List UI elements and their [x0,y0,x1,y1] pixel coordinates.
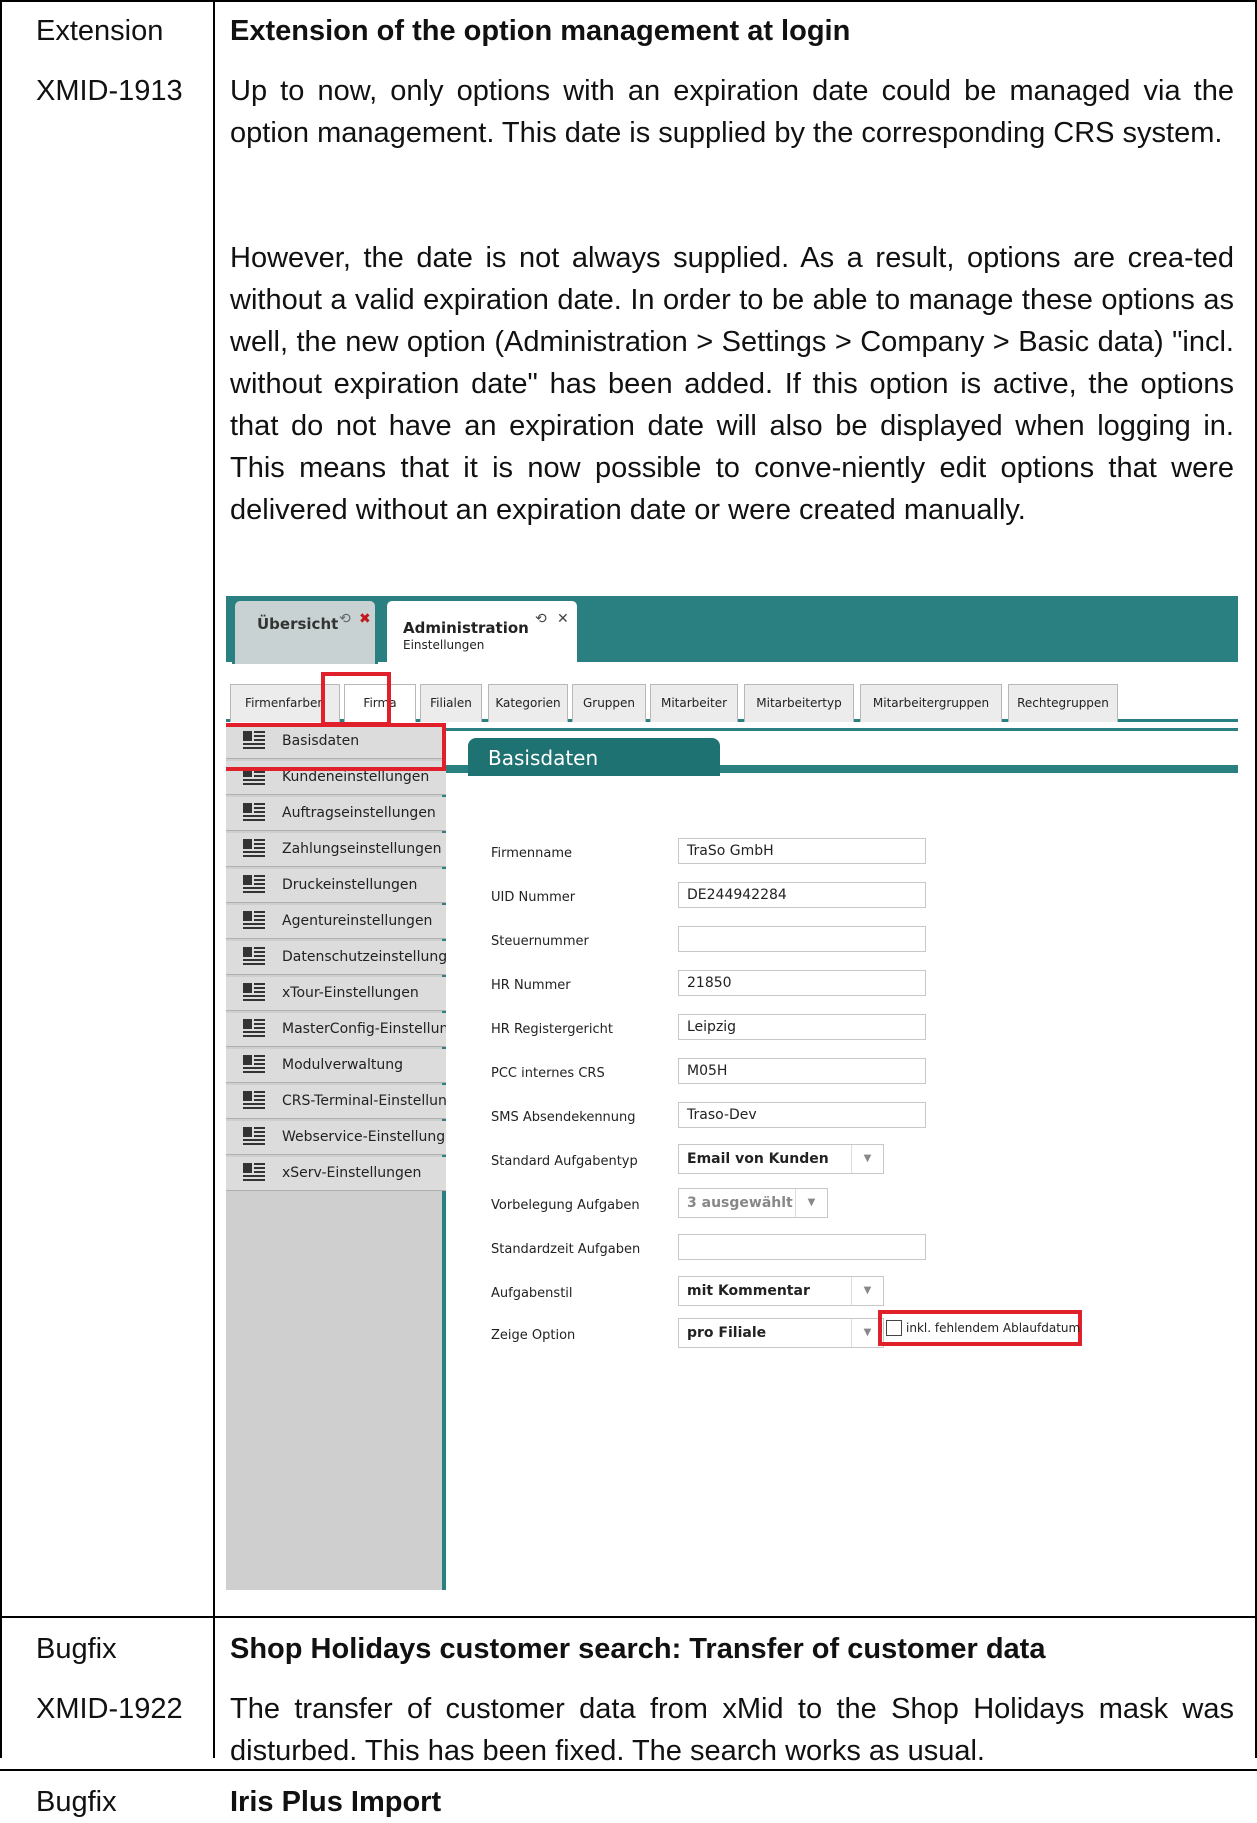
field-label: Standard Aufgabentyp [491,1154,638,1169]
field-label: Steuernummer [491,934,589,949]
standardzeit-aufgaben-input[interactable] [678,1234,926,1260]
sidebar-item-masterconfig-einstellungen[interactable]: MasterConfig-Einstellungen [226,1013,446,1047]
row-paragraph: However, the date is not always supplied… [230,242,1234,526]
document-icon [243,1091,265,1109]
document-icon [243,1127,265,1145]
standard-aufgabentyp-select[interactable]: Email von Kunden ▼ [678,1144,884,1174]
steuernummer-input[interactable] [678,926,926,952]
row-title: Iris Plus Import [230,1786,442,1818]
highlight-firma [321,672,391,726]
vorbelegung-aufgaben-select[interactable]: 3 ausgewählt ▼ [678,1188,828,1218]
document-icon [243,1163,265,1181]
row-title: Shop Holidays customer search: Transfer … [230,1633,1046,1665]
settings-screenshot: Übersicht ⟲ ✖ Administration Einstellung… [226,590,1238,1590]
release-notes-table: Extension XMID-1913 Extension of the opt… [0,0,1257,1818]
field-label: SMS Absendekennung [491,1110,636,1125]
sidebar-item-auftragseinstellungen[interactable]: Auftragseinstellungen [226,797,446,831]
field-label: Zeige Option [491,1328,576,1343]
field-label: Vorbelegung Aufgaben [491,1198,640,1213]
field-label: Aufgabenstil [491,1286,573,1301]
tab-administration-sublabel: Einstellungen [403,638,485,652]
document-icon [243,983,265,1001]
row-paragraph: The transfer of customer data from xMid … [230,1693,1234,1767]
sidebar-item-druckeinstellungen[interactable]: Druckeinstellungen [226,869,446,903]
row-paragraph: Up to now, only options with an expirati… [230,75,1234,149]
table-border-left [0,0,2,1758]
document-icon [243,875,265,893]
zeige-option-select[interactable]: pro Filiale ▼ [678,1318,884,1348]
sms-absendekennung-input[interactable]: Traso-Dev [678,1102,926,1128]
row-title: Extension of the option management at lo… [230,15,851,47]
chevron-down-icon: ▼ [851,1277,883,1305]
sidebar-item-agentureinstellungen[interactable]: Agentureinstellungen [226,905,446,939]
sidebar-item-xtour-einstellungen[interactable]: xTour-Einstellungen [226,977,446,1011]
missing-expiration-checkbox[interactable] [886,1320,902,1336]
document-icon [243,911,265,929]
document-icon [243,839,265,857]
chevron-down-icon: ▼ [851,1145,883,1173]
tab-overview-label: Übersicht [257,615,339,633]
aufgabenstil-select[interactable]: mit Kommentar ▼ [678,1276,884,1306]
row-id: XMID-1922 [36,1693,183,1725]
panel-top-line [446,728,1238,731]
close-icon[interactable]: ✕ [557,611,569,627]
row-id: XMID-1913 [36,75,183,107]
document-icon [243,1019,265,1037]
subtab-gruppen[interactable]: Gruppen [572,684,646,722]
field-label: UID Nummer [491,890,576,905]
sidebar-item-zahlungseinstellungen[interactable]: Zahlungseinstellungen [226,833,446,867]
tab-administration[interactable]: Administration Einstellungen ⟲ ✕ [384,598,580,662]
row-type: Extension [36,15,164,47]
field-label: Firmenname [491,846,573,861]
tab-overview[interactable]: Übersicht ⟲ ✖ [232,598,378,664]
hr-nummer-input[interactable]: 21850 [678,970,926,996]
refresh-icon[interactable]: ⟲ [535,611,547,627]
document-icon [243,947,265,965]
chevron-down-icon: ▼ [795,1189,827,1217]
sidebar-item-webservice-einstellungen[interactable]: Webservice-Einstellungen [226,1121,446,1155]
refresh-icon[interactable]: ⟲ [339,611,351,627]
column-divider [213,0,215,1758]
checkbox-label: inkl. fehlendem Ablaufdatum [906,1321,1081,1335]
tab-administration-label: Administration [403,619,529,637]
sidebar-item-modulverwaltung[interactable]: Modulverwaltung [226,1049,446,1083]
panel-title: Basisdaten [468,738,720,776]
field-label: PCC internes CRS [491,1066,605,1081]
row-type: Bugfix [36,1786,117,1818]
field-label: Standardzeit Aufgaben [491,1242,641,1257]
table-border-top [0,0,1257,2]
pcc-internes-crs-input[interactable]: M05H [678,1058,926,1084]
close-icon[interactable]: ✖ [359,611,371,627]
highlight-basisdaten [226,723,446,771]
hr-registergericht-input[interactable]: Leipzig [678,1014,926,1040]
subtab-mitarbeitergruppen[interactable]: Mitarbeitergruppen [860,684,1002,722]
uid-nummer-input[interactable]: DE244942284 [678,882,926,908]
sidebar-item-crs-terminal-einstellungen[interactable]: CRS-Terminal-Einstellungen [226,1085,446,1119]
subtab-mitarbeitertyp[interactable]: Mitarbeitertyp [744,684,854,722]
document-icon [243,1055,265,1073]
row-type: Bugfix [36,1633,117,1665]
field-label: HR Registergericht [491,1022,613,1037]
firmenname-input[interactable]: TraSo GmbH [678,838,926,864]
sidebar-item-datenschutzeinstellungen[interactable]: Datenschutzeinstellungen [226,941,446,975]
field-label: HR Nummer [491,978,571,993]
subtab-mitarbeiter[interactable]: Mitarbeiter [650,684,738,722]
settings-sidebar: Basisdaten Kundeneinstellungen Auftragse… [226,725,446,1590]
subtab-filialen[interactable]: Filialen [420,684,482,722]
document-icon [243,803,265,821]
subtab-rechtegruppen[interactable]: Rechtegruppen [1008,684,1118,722]
row-divider [0,1616,1257,1618]
subtab-kategorien[interactable]: Kategorien [488,684,568,722]
sidebar-item-xserv-einstellungen[interactable]: xServ-Einstellungen [226,1157,446,1191]
